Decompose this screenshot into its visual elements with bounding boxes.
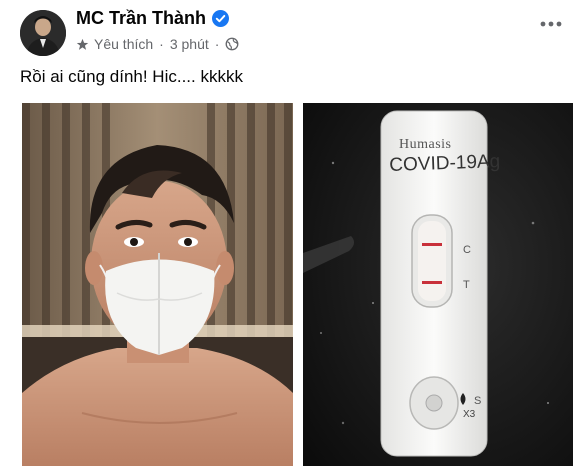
- control-line-mark: C: [463, 244, 471, 256]
- globe-icon[interactable]: [225, 37, 239, 51]
- test-kit-product: COVID-19Ag: [389, 151, 501, 176]
- more-options-icon: [540, 21, 562, 27]
- more-options-button[interactable]: [536, 14, 566, 34]
- post-time[interactable]: 3 phút: [170, 36, 209, 52]
- sample-well-mark: S: [474, 395, 482, 407]
- author-row: MC Trần Thành: [76, 8, 229, 29]
- meta-separator: ·: [214, 36, 220, 52]
- test-kit-brand: Humasis: [399, 137, 452, 152]
- drop-count: X3: [463, 409, 476, 420]
- avatar-image: [20, 10, 66, 56]
- test-line-mark: T: [463, 279, 470, 291]
- facebook-post: MC Trần Thành Yêu thích · 3 phút · Rồi a…: [0, 0, 580, 475]
- star-icon: [76, 38, 89, 50]
- selfie-image: [22, 103, 293, 466]
- post-caption: Rồi ai cũng dính! Hic.... kkkkk: [20, 67, 243, 86]
- post-meta: Yêu thích · 3 phút ·: [76, 36, 239, 52]
- favorite-label: Yêu thích: [94, 36, 154, 52]
- verified-badge-icon: [212, 10, 229, 27]
- meta-separator: ·: [159, 36, 164, 52]
- author-name[interactable]: MC Trần Thành: [76, 8, 206, 29]
- post-photo-test-kit[interactable]: Humasis COVID-19Ag C T S X3: [303, 103, 573, 466]
- post-photo-selfie[interactable]: [22, 103, 293, 466]
- author-avatar[interactable]: [20, 10, 66, 56]
